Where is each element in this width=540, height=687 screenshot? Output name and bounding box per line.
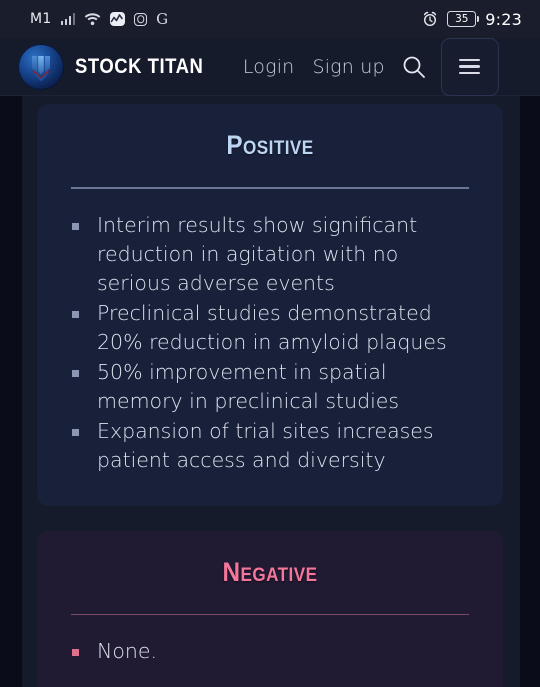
stock-app-icon [110, 12, 126, 26]
login-link[interactable]: Login [243, 56, 295, 78]
list-item: None. [71, 637, 469, 666]
brand[interactable]: STOCK TITAN [18, 43, 221, 90]
alarm-clock-icon [422, 11, 438, 27]
negative-divider [71, 613, 469, 615]
stock-titan-logo-icon [18, 43, 64, 90]
signal-bars-icon [60, 13, 76, 25]
google-icon: G [156, 9, 169, 28]
status-bar: M1 G 35 9:23 [0, 0, 540, 38]
positive-card-title: Positive [226, 130, 314, 160]
positive-bullet-list: Interim results show significant reducti… [71, 211, 469, 475]
instagram-icon [134, 12, 148, 26]
status-bar-right: 35 9:23 [422, 10, 522, 29]
status-bar-left: M1 G [30, 11, 168, 27]
wifi-icon [84, 12, 101, 26]
page-body: Positive Interim results show significan… [0, 96, 540, 687]
list-item: Preclinical studies demonstrated 20% red… [71, 299, 469, 357]
header-nav: Login Sign up [243, 56, 385, 78]
search-icon[interactable] [401, 54, 427, 80]
positive-card: Positive Interim results show significan… [37, 104, 503, 506]
list-item: 50% improvement in spatial memory in pre… [71, 358, 469, 416]
battery-level-label: 35 [455, 13, 469, 25]
carrier-label: M1 [30, 11, 52, 27]
positive-divider [71, 187, 469, 189]
list-item: Interim results show significant reducti… [71, 211, 469, 298]
hamburger-lines [459, 59, 481, 74]
clock-label: 9:23 [485, 9, 522, 29]
negative-bullet-list: None. [71, 637, 469, 666]
list-item: Expansion of trial sites increases patie… [71, 417, 469, 475]
battery-icon: 35 [447, 11, 477, 27]
brand-name: STOCK TITAN [75, 54, 204, 78]
hamburger-menu-icon[interactable] [440, 37, 499, 96]
site-header: STOCK TITAN Login Sign up [0, 37, 540, 96]
signup-link[interactable]: Sign up [312, 56, 384, 78]
negative-card-title: Negative [222, 556, 318, 587]
negative-card: Negative None. [37, 530, 503, 687]
phone-screen: M1 G 35 9:23 STOCK TITAN Login Sign up P… [0, 0, 540, 687]
scroll-container[interactable]: Positive Interim results show significan… [0, 96, 540, 687]
